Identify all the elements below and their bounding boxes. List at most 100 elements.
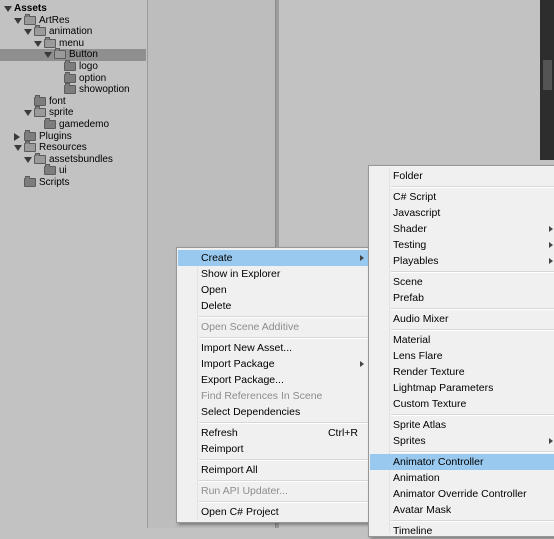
menu-item-reimport-all[interactable]: Reimport All bbox=[178, 462, 369, 478]
menu-item-label: Open Scene Additive bbox=[201, 321, 300, 333]
folder-icon bbox=[64, 83, 76, 95]
menu-item-avatar-mask[interactable]: Avatar Mask bbox=[370, 502, 554, 518]
menu-item-label: Lightmap Parameters bbox=[393, 382, 494, 394]
menu-item-label: Create bbox=[201, 252, 233, 264]
menu-item-render-texture[interactable]: Render Texture bbox=[370, 364, 554, 380]
menu-item-javascript[interactable]: Javascript bbox=[370, 205, 554, 221]
menu-item-export-package[interactable]: Export Package... bbox=[178, 372, 369, 388]
menu-item-shader[interactable]: Shader bbox=[370, 221, 554, 237]
menu-item-import-package[interactable]: Import Package bbox=[178, 356, 369, 372]
menu-item-label: Playables bbox=[393, 255, 439, 267]
folder-icon bbox=[34, 94, 46, 106]
scrollbar-thumb[interactable] bbox=[543, 60, 552, 90]
menu-item-prefab[interactable]: Prefab bbox=[370, 290, 554, 306]
menu-item-open[interactable]: Open bbox=[178, 282, 369, 298]
menu-item-animator-override-controller[interactable]: Animator Override Controller bbox=[370, 486, 554, 502]
folder-icon bbox=[34, 106, 46, 118]
menu-item-label: Testing bbox=[393, 239, 427, 251]
menu-item-import-new-asset[interactable]: Import New Asset... bbox=[178, 340, 369, 356]
menu-item-audio-mixer[interactable]: Audio Mixer bbox=[370, 311, 554, 327]
menu-item-animation[interactable]: Animation bbox=[370, 470, 554, 486]
menu-item-open-c-project[interactable]: Open C# Project bbox=[178, 504, 369, 520]
tree-item-label: Plugins bbox=[39, 130, 72, 142]
folder-icon bbox=[24, 141, 36, 153]
menu-item-label: Animator Override Controller bbox=[393, 488, 527, 500]
tree-item-scripts[interactable]: Scripts bbox=[0, 176, 146, 189]
menu-item-custom-texture[interactable]: Custom Texture bbox=[370, 396, 554, 412]
tree-item-plugins[interactable]: Plugins bbox=[0, 129, 146, 143]
tree-item-assetsbundles[interactable]: assetsbundles bbox=[0, 152, 146, 166]
expand-arrow-right-icon[interactable] bbox=[14, 132, 20, 141]
menu-item-testing[interactable]: Testing bbox=[370, 237, 554, 253]
menu-item-lightmap-parameters[interactable]: Lightmap Parameters bbox=[370, 380, 554, 396]
menu-item-label: Refresh bbox=[201, 427, 238, 439]
menu-separator bbox=[199, 315, 368, 318]
menu-item-scene[interactable]: Scene bbox=[370, 274, 554, 290]
menu-separator bbox=[199, 458, 368, 461]
folder-icon bbox=[24, 176, 36, 187]
menu-item-label: Audio Mixer bbox=[393, 313, 449, 325]
menu-item-label: Delete bbox=[201, 300, 232, 312]
menu-item-create[interactable]: Create bbox=[178, 250, 369, 266]
menu-item-label: Material bbox=[393, 334, 431, 346]
tree-item-option[interactable]: option bbox=[0, 71, 146, 85]
expand-arrow-down-icon[interactable] bbox=[4, 6, 12, 12]
menu-item-label: Open C# Project bbox=[201, 506, 279, 518]
menu-item-select-dependencies[interactable]: Select Dependencies bbox=[178, 404, 369, 420]
tree-item-logo[interactable]: logo bbox=[0, 60, 146, 73]
menu-item-sprites[interactable]: Sprites bbox=[370, 433, 554, 449]
menu-item-reimport[interactable]: Reimport bbox=[178, 441, 369, 457]
menu-item-delete[interactable]: Delete bbox=[178, 298, 369, 314]
tree-item-sprite[interactable]: sprite bbox=[0, 106, 146, 119]
tree-item-resources[interactable]: Resources bbox=[0, 141, 146, 154]
tree-item-label: ui bbox=[59, 165, 67, 177]
menu-item-sprite-atlas[interactable]: Sprite Atlas bbox=[370, 417, 554, 433]
menu-item-label: Export Package... bbox=[201, 374, 284, 386]
tree-item-showoption[interactable]: showoption bbox=[0, 83, 146, 96]
menu-item-animator-controller[interactable]: Animator Controller bbox=[370, 454, 554, 470]
tree-item-label: logo bbox=[79, 61, 98, 72]
menu-item-label: Show in Explorer bbox=[201, 268, 281, 280]
menu-item-label: Lens Flare bbox=[393, 350, 443, 362]
tree-item-ui[interactable]: ui bbox=[0, 164, 146, 177]
tree-item-gamedemo[interactable]: gamedemo bbox=[0, 118, 146, 131]
menu-item-playables[interactable]: Playables bbox=[370, 253, 554, 269]
menu-item-c-script[interactable]: C# Script bbox=[370, 189, 554, 205]
expand-arrow-down-icon[interactable] bbox=[24, 156, 32, 163]
tree-item-font[interactable]: font bbox=[0, 94, 146, 108]
expand-arrow-down-icon[interactable] bbox=[34, 40, 42, 47]
menu-item-label: Sprite Atlas bbox=[393, 419, 447, 431]
menu-item-run-api-updater: Run API Updater... bbox=[178, 483, 369, 499]
menu-item-refresh[interactable]: Refresh Ctrl+R bbox=[178, 425, 369, 441]
menu-separator bbox=[391, 307, 554, 310]
tree-item-assets[interactable]: Assets bbox=[0, 3, 146, 15]
tree-item-label: ArtRes bbox=[39, 14, 70, 26]
tree-item-label: sprite bbox=[49, 107, 74, 119]
tree-item-label: Button bbox=[69, 49, 98, 61]
tree-item-label: assetsbundles bbox=[49, 153, 113, 165]
menu-separator bbox=[199, 500, 368, 503]
expand-arrow-down-icon[interactable] bbox=[24, 29, 32, 36]
menu-item-show-in-explorer[interactable]: Show in Explorer bbox=[178, 266, 369, 282]
menu-item-label: Javascript bbox=[393, 207, 441, 219]
tree-item-animation[interactable]: animation bbox=[0, 25, 146, 38]
tree-item-label: Assets bbox=[14, 3, 47, 14]
expand-arrow-down-icon[interactable] bbox=[14, 145, 22, 152]
expand-arrow-down-icon[interactable] bbox=[44, 52, 52, 59]
menu-separator bbox=[199, 479, 368, 482]
menu-item-label: Avatar Mask bbox=[393, 504, 452, 516]
menu-item-material[interactable]: Material bbox=[370, 332, 554, 348]
menu-item-lens-flare[interactable]: Lens Flare bbox=[370, 348, 554, 364]
tree-item-button[interactable]: Button bbox=[0, 48, 146, 62]
asset-context-menu: Create Show in Explorer Open Delete Open Sce… bbox=[176, 247, 371, 523]
tree-item-artres[interactable]: ArtRes bbox=[0, 13, 146, 27]
tree-item-label: menu bbox=[59, 37, 85, 49]
menu-item-folder[interactable]: Folder bbox=[370, 168, 554, 184]
menu-item-timeline[interactable]: Timeline bbox=[370, 523, 554, 539]
tree-item-label: showoption bbox=[79, 84, 130, 96]
menu-item-label: Scene bbox=[393, 276, 423, 288]
tree-item-menu[interactable]: menu bbox=[0, 36, 146, 50]
expand-arrow-down-icon[interactable] bbox=[14, 17, 22, 24]
expand-arrow-down-icon[interactable] bbox=[24, 110, 32, 117]
menu-item-label: Run API Updater... bbox=[201, 485, 288, 497]
